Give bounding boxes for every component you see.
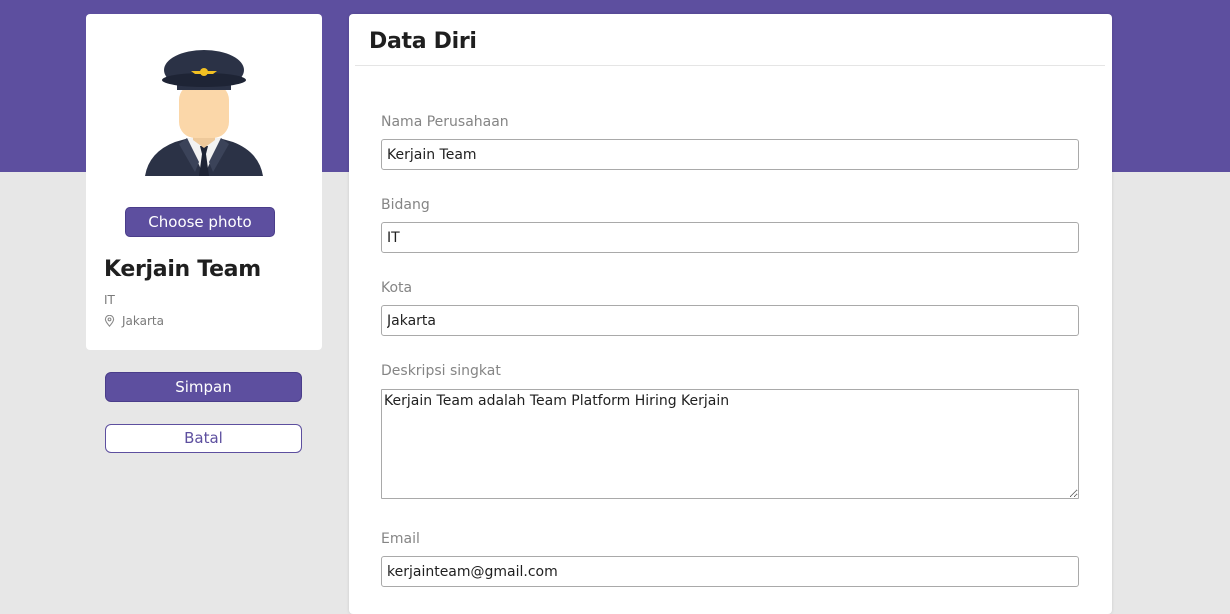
description-textarea[interactable]: Kerjain Team adalah Team Platform Hiring… — [381, 389, 1079, 499]
field-input[interactable] — [381, 222, 1079, 253]
city-label: Kota — [381, 280, 413, 296]
personal-data-form: Data Diri Nama Perusahaan Bidang Kota De… — [349, 14, 1112, 614]
email-label: Email — [381, 531, 420, 547]
form-title: Data Diri — [369, 29, 477, 54]
profile-company-field: IT — [104, 293, 115, 307]
profile-company-city: Jakarta — [104, 314, 164, 328]
field-label: Bidang — [381, 197, 430, 213]
profile-company-name: Kerjain Team — [104, 257, 261, 282]
company-name-input[interactable] — [381, 139, 1079, 170]
description-label: Deskripsi singkat — [381, 363, 501, 379]
profile-card: Choose photo Kerjain Team IT Jakarta — [86, 14, 322, 350]
city-input[interactable] — [381, 305, 1079, 336]
choose-photo-button[interactable]: Choose photo — [125, 207, 275, 237]
form-divider — [355, 65, 1105, 66]
email-input[interactable] — [381, 556, 1079, 587]
location-pin-icon — [104, 315, 115, 327]
profile-city-label: Jakarta — [122, 314, 164, 328]
company-name-label: Nama Perusahaan — [381, 114, 509, 130]
cancel-button[interactable]: Batal — [105, 424, 302, 453]
pilot-avatar-icon — [145, 50, 263, 176]
save-button[interactable]: Simpan — [105, 372, 302, 402]
